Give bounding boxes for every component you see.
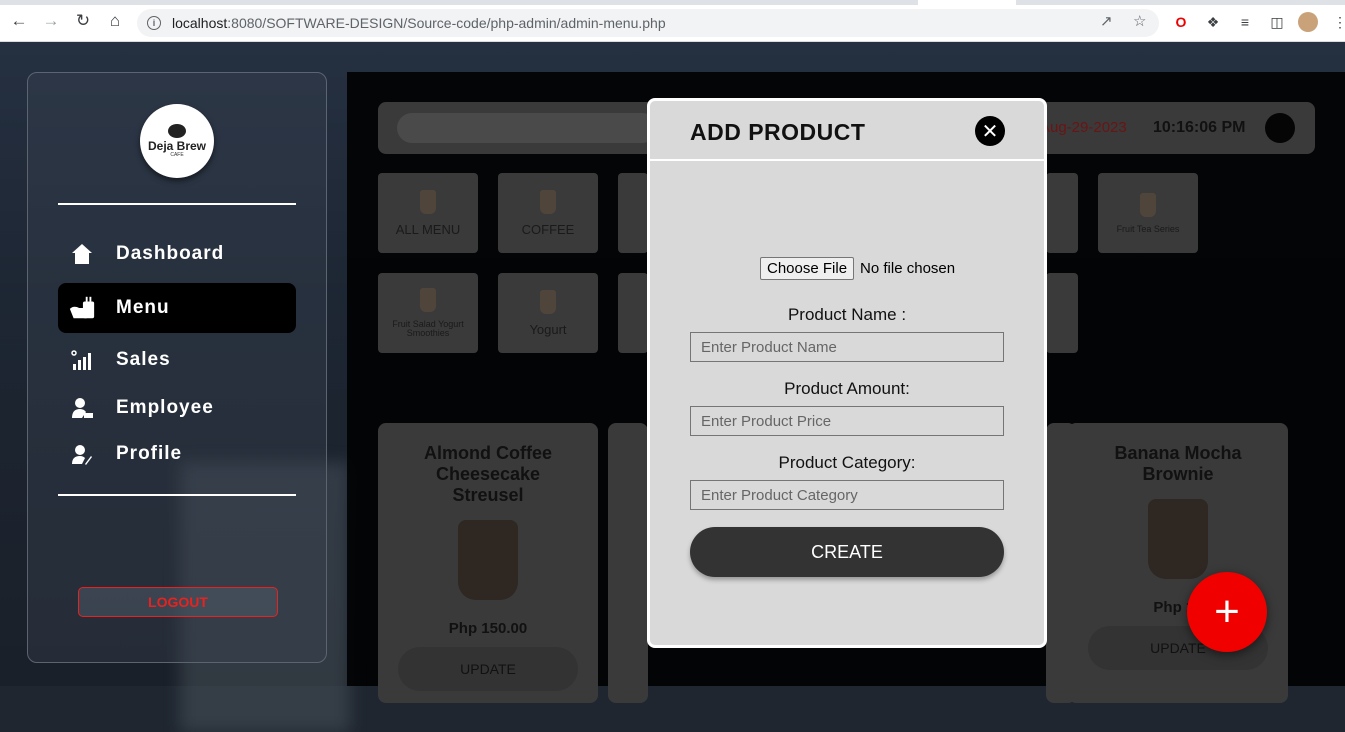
browser-menu-icon[interactable]: ⋮	[1330, 12, 1345, 32]
product-price-input[interactable]: Enter Product Price	[690, 406, 1004, 436]
update-button[interactable]: UPDATE	[398, 647, 578, 691]
add-product-button[interactable]: +	[1187, 572, 1267, 652]
share-icon[interactable]: ↗	[1100, 12, 1113, 30]
sidebar-item-dashboard[interactable]: Dashboard	[58, 229, 296, 279]
category-partial[interactable]	[618, 273, 648, 353]
logo-text: Deja Brew	[147, 139, 207, 153]
url-host: localhost	[172, 15, 228, 31]
forward-icon[interactable]: →	[40, 10, 62, 32]
employee-icon	[68, 394, 96, 422]
header-date: Aug-29-2023	[1040, 119, 1127, 136]
opera-extension-icon[interactable]: O	[1171, 12, 1191, 32]
home-page-icon[interactable]: ⌂	[104, 10, 126, 32]
media-control-icon[interactable]: ≡	[1235, 12, 1255, 32]
sidebar-divider-bottom	[58, 494, 296, 496]
reload-icon[interactable]: ↻	[72, 10, 94, 32]
category-coffee[interactable]: COFFEE	[498, 173, 598, 253]
url-path: :8080/SOFTWARE-DESIGN/Source-code/php-ad…	[227, 15, 666, 31]
category-all-menu[interactable]: ALL MENU	[378, 173, 478, 253]
modal-header: ADD PRODUCT ✕	[650, 101, 1044, 161]
avatar[interactable]	[1265, 113, 1295, 143]
back-icon[interactable]: ←	[8, 10, 30, 32]
sidebar-item-label: Employee	[116, 397, 214, 418]
category-yogurt[interactable]: Yogurt	[498, 273, 598, 353]
extensions-puzzle-icon[interactable]: ❖	[1203, 12, 1223, 32]
drink-icon	[540, 289, 556, 314]
chart-icon	[68, 346, 96, 374]
sidebar-item-employee[interactable]: Employee	[58, 383, 296, 433]
home-icon	[68, 240, 96, 268]
file-status: No file chosen	[860, 260, 956, 277]
category-label: ALL MENU	[395, 221, 461, 237]
bookmark-star-icon[interactable]: ☆	[1133, 12, 1146, 30]
category-label: Fruit Tea Series	[1116, 223, 1180, 234]
product-card: Almond Coffee Cheesecake Streusel Php 15…	[378, 423, 598, 703]
product-price: Php 150.00	[448, 620, 528, 637]
product-category-label: Product Category:	[778, 453, 916, 472]
food-icon	[68, 294, 96, 322]
search-input[interactable]	[397, 113, 657, 143]
category-fruit-tea[interactable]: Fruit Tea Series	[1098, 173, 1198, 253]
category-label: COFFEE	[521, 221, 575, 237]
product-image	[1148, 499, 1208, 579]
choose-file-button[interactable]: Choose File	[760, 257, 855, 280]
site-info-icon[interactable]: i	[147, 16, 161, 30]
drink-icon	[420, 288, 436, 312]
add-product-modal: ADD PRODUCT ✕ Choose File No file chosen…	[647, 98, 1047, 648]
category-label: Fruit Salad Yogurt Smoothies	[392, 319, 464, 338]
header-time: 10:16:06 PM	[1153, 119, 1246, 136]
product-name-label: Product Name :	[787, 305, 907, 324]
product-image	[458, 520, 518, 600]
address-bar[interactable]: i localhost:8080/SOFTWARE-DESIGN/Source-…	[137, 9, 1159, 37]
close-icon[interactable]: ✕	[975, 116, 1005, 146]
tab-strip	[0, 0, 1345, 5]
profile-icon	[68, 440, 96, 468]
logo-cup-icon	[168, 124, 186, 138]
profile-avatar[interactable]	[1298, 12, 1318, 32]
sidebar-item-label: Dashboard	[116, 243, 225, 264]
category-label: Yogurt	[529, 321, 567, 337]
sidebar-item-profile[interactable]: Profile	[58, 429, 296, 479]
sidebar-item-menu[interactable]: Menu	[58, 283, 296, 333]
product-name: Banana Mocha Brownie	[1114, 443, 1242, 484]
product-card-partial	[608, 423, 648, 703]
sidebar-item-label: Menu	[116, 297, 170, 318]
modal-title: ADD PRODUCT	[690, 119, 866, 145]
product-category-input[interactable]: Enter Product Category	[690, 480, 1004, 510]
active-tab-edge	[918, 0, 1016, 5]
logout-button[interactable]: LOGOUT	[78, 587, 278, 617]
product-amount-label: Product Amount:	[784, 379, 910, 398]
category-partial[interactable]	[1046, 273, 1078, 353]
sidebar-divider-top	[58, 203, 296, 205]
drink-icon	[420, 189, 436, 214]
product-name-input[interactable]: Enter Product Name	[690, 332, 1004, 362]
category-fruit-salad[interactable]: Fruit Salad Yogurt Smoothies	[378, 273, 478, 353]
logo: Deja Brew CAFE	[140, 104, 214, 178]
drink-icon	[540, 189, 556, 214]
category-partial[interactable]	[618, 173, 648, 253]
browser-toolbar: ← → ↻ ⌂ i localhost:8080/SOFTWARE-DESIGN…	[0, 0, 1345, 42]
file-upload: Choose File No file chosen	[760, 257, 955, 280]
sidebar-item-label: Profile	[116, 443, 183, 464]
sidebar-item-label: Sales	[116, 349, 171, 370]
product-card: Banana Mocha Brownie Php 15 UPDATE	[1068, 423, 1288, 703]
logo-subtext: CAFE	[170, 152, 184, 158]
create-button[interactable]: CREATE	[690, 527, 1004, 577]
drink-icon	[1140, 192, 1156, 217]
sidebar-item-sales[interactable]: Sales	[58, 335, 296, 385]
category-partial[interactable]	[1046, 173, 1078, 253]
product-name: Almond Coffee Cheesecake Streusel	[424, 443, 552, 505]
side-panel-icon[interactable]: ◫	[1267, 12, 1287, 32]
